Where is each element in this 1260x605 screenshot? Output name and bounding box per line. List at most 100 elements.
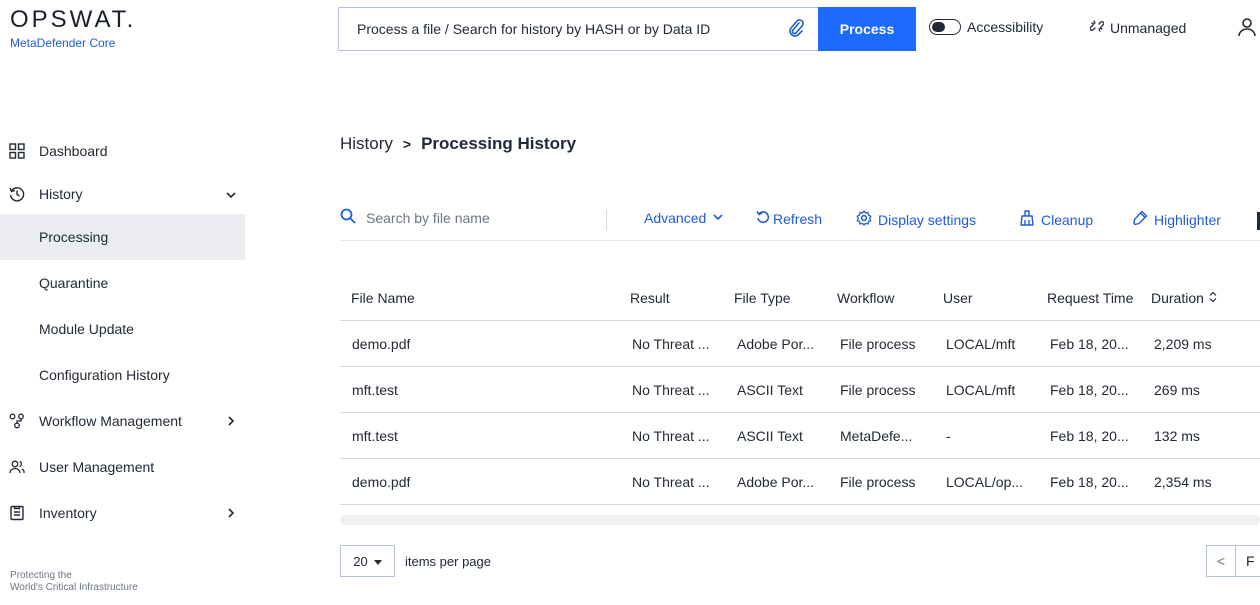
table-row[interactable]: demo.pdf No Threat ... Adobe Por... File…: [340, 459, 1260, 505]
sidebar: Dashboard History Processing Quarantine …: [0, 128, 245, 536]
column-header-result[interactable]: Result: [630, 290, 734, 306]
broom-icon: [1019, 210, 1035, 229]
unmanaged-status[interactable]: Unmanaged: [1089, 19, 1186, 36]
cell-request-time: Feb 18, 20...: [1050, 335, 1129, 352]
column-header-request-time[interactable]: Request Time: [1047, 290, 1151, 306]
sidebar-item-user-management[interactable]: User Management: [0, 444, 245, 490]
chevron-left-icon: <: [1216, 553, 1226, 569]
product-name: MetaDefender Core: [10, 36, 116, 50]
logo-text: OPSWAT.: [10, 6, 137, 33]
sidebar-item-configuration-history[interactable]: Configuration History: [0, 352, 245, 398]
process-button[interactable]: Process: [818, 7, 916, 51]
chevron-down-icon: [712, 210, 724, 226]
cell-workflow: File process: [840, 381, 916, 398]
column-header-file-name[interactable]: File Name: [340, 290, 630, 306]
paperclip-icon[interactable]: [788, 19, 804, 40]
sidebar-item-workflow-management[interactable]: Workflow Management: [0, 398, 245, 444]
cell-user: LOCAL/mft: [946, 381, 1016, 398]
sidebar-item-label: History: [39, 186, 83, 202]
cell-file-type: ASCII Text: [737, 427, 803, 444]
advanced-button[interactable]: Advanced: [644, 210, 724, 226]
sidebar-item-label: User Management: [39, 459, 155, 475]
highlighter-button[interactable]: Highlighter: [1132, 210, 1221, 229]
cell-file-name[interactable]: demo.pdf: [340, 336, 630, 352]
sidebar-item-quarantine[interactable]: Quarantine: [0, 260, 245, 306]
column-header-file-type[interactable]: File Type: [734, 290, 837, 306]
cleanup-button[interactable]: Cleanup: [1019, 210, 1093, 229]
previous-page-button[interactable]: <: [1206, 545, 1236, 577]
page-title: Processing History: [421, 134, 577, 153]
global-search-input[interactable]: Process a file / Search for history by H…: [338, 7, 818, 51]
table-header: File Name Result File Type Workflow User…: [340, 275, 1260, 321]
search-icon: [340, 208, 356, 227]
tagline: Protecting the World's Critical Infrastr…: [10, 570, 138, 594]
sidebar-item-history[interactable]: History: [0, 174, 245, 214]
tagline-line-1: Protecting the: [10, 570, 72, 581]
sidebar-item-label: Module Update: [39, 321, 134, 337]
user-profile-icon[interactable]: [1238, 17, 1256, 40]
sort-icon[interactable]: [1208, 290, 1218, 306]
cell-duration: 132 ms: [1154, 427, 1200, 444]
tagline-line-2: World's Critical Infrastructure: [10, 582, 138, 593]
history-icon: [9, 186, 25, 202]
refresh-icon: [756, 210, 770, 227]
column-header-duration[interactable]: Duration: [1151, 290, 1260, 306]
toolbar-divider: [606, 210, 607, 230]
cell-user: LOCAL/op...: [946, 473, 1024, 490]
cell-result: No Threat ...: [632, 381, 710, 398]
cell-request-time: Feb 18, 20...: [1050, 473, 1129, 490]
processing-history-table: File Name Result File Type Workflow User…: [340, 275, 1260, 505]
sidebar-item-module-update[interactable]: Module Update: [0, 306, 245, 352]
cell-file-name[interactable]: mft.test: [340, 428, 630, 444]
breadcrumb-parent[interactable]: History: [340, 134, 393, 154]
gear-icon: [856, 210, 872, 229]
accessibility-label: Accessibility: [967, 19, 1044, 35]
file-name-search-input[interactable]: Search by file name: [340, 208, 490, 227]
cleanup-label: Cleanup: [1041, 211, 1094, 228]
table-row[interactable]: mft.test No Threat ... ASCII Text MetaDe…: [340, 413, 1260, 459]
horizontal-scrollbar[interactable]: [340, 515, 1260, 525]
sidebar-item-label: Dashboard: [39, 143, 108, 159]
refresh-label: Refresh: [773, 210, 823, 227]
page-button-partial[interactable]: F: [1236, 545, 1260, 577]
page-size-value: 20: [353, 553, 368, 569]
cell-user: -: [946, 427, 951, 444]
breadcrumb-separator: >: [402, 136, 412, 152]
display-settings-label: Display settings: [878, 211, 977, 228]
sidebar-item-label: Configuration History: [39, 367, 170, 383]
column-header-workflow[interactable]: Workflow: [837, 290, 943, 306]
cell-user: LOCAL/mft: [946, 335, 1016, 352]
cell-request-time: Feb 18, 20...: [1050, 427, 1129, 444]
accessibility-toggle[interactable]: Accessibility: [929, 19, 1043, 35]
cell-duration: 269 ms: [1154, 381, 1200, 398]
pagination-size: 20 items per page: [340, 545, 491, 577]
sidebar-item-dashboard[interactable]: Dashboard: [0, 128, 245, 174]
display-settings-button[interactable]: Display settings: [856, 210, 976, 229]
cell-duration: 2,354 ms: [1154, 473, 1212, 490]
column-header-user[interactable]: User: [943, 290, 1047, 306]
chevron-right-icon: [225, 506, 237, 518]
table-row[interactable]: mft.test No Threat ... ASCII Text File p…: [340, 367, 1260, 413]
chevron-right-icon: [225, 414, 237, 426]
advanced-label: Advanced: [644, 210, 707, 226]
cell-duration: 2,209 ms: [1154, 335, 1212, 352]
highlighter-label: Highlighter: [1154, 211, 1221, 228]
sidebar-item-label: Workflow Management: [39, 413, 182, 429]
cell-file-name[interactable]: mft.test: [340, 382, 630, 398]
sidebar-item-label: Inventory: [39, 505, 97, 521]
table-row[interactable]: demo.pdf No Threat ... Adobe Por... File…: [340, 321, 1260, 367]
unlink-icon: [1089, 19, 1105, 36]
duration-header-label: Duration: [1151, 289, 1204, 306]
refresh-button[interactable]: Refresh: [756, 210, 822, 227]
page-size-select[interactable]: 20: [340, 545, 395, 577]
cell-workflow: File process: [840, 473, 916, 490]
sidebar-item-inventory[interactable]: Inventory: [0, 490, 245, 536]
sidebar-item-processing[interactable]: Processing: [0, 214, 245, 260]
cell-file-name[interactable]: demo.pdf: [340, 474, 630, 490]
logo[interactable]: OPSWAT. MetaDefender Core: [10, 6, 136, 50]
cell-file-type: ASCII Text: [737, 381, 803, 398]
highlighter-icon: [1132, 210, 1148, 229]
cell-result: No Threat ...: [632, 473, 710, 490]
cell-request-time: Feb 18, 20...: [1050, 381, 1129, 398]
toggle-switch-icon[interactable]: [929, 19, 961, 35]
